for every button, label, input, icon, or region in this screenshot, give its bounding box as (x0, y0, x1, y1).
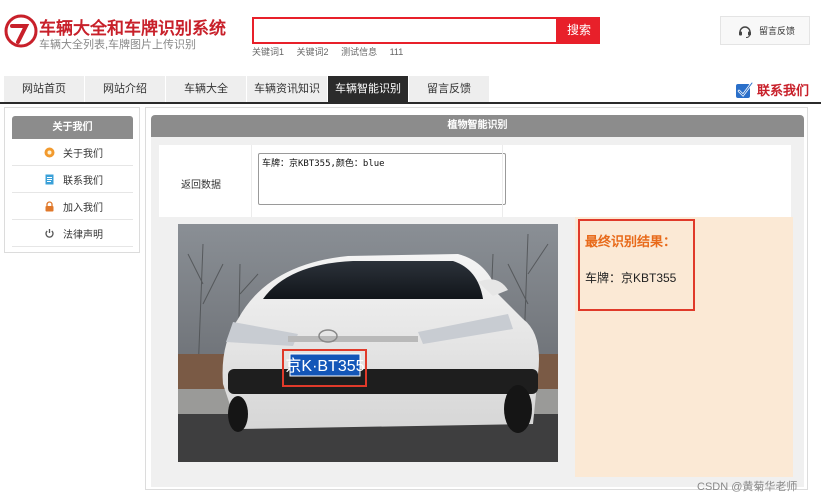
sidebar-item-join[interactable]: 加入我们 (12, 194, 133, 220)
watermark: CSDN @黄菊华老师 (697, 481, 798, 493)
sidebar-title: 关于我们 (12, 116, 133, 139)
sidebar-item-about[interactable]: 关于我们 (12, 140, 133, 166)
nav-item-feedback[interactable]: 留言反馈 (409, 76, 489, 102)
form-divider (502, 145, 503, 217)
nav-item-home[interactable]: 网站首页 (4, 76, 84, 102)
site-logo-icon (4, 14, 38, 48)
hot-keyword-link[interactable]: 111 (390, 47, 404, 57)
main-panel: 植物智能识别 返回数据 车牌：京KBT355,颜色：blue 京K·BT355 … (145, 107, 808, 490)
sidebar-item-legal[interactable]: 法律声明 (12, 221, 133, 247)
return-data-textarea[interactable]: 车牌：京KBT355,颜色：blue (258, 153, 506, 205)
search-box (252, 17, 558, 44)
sidebar: 关于我们 关于我们 联系我们 加入我们 法律声明 (4, 107, 140, 253)
contact-us-label: 联系我们 (757, 83, 810, 98)
form-divider (251, 145, 252, 217)
contact-us-link[interactable]: 联系我们 (735, 80, 809, 99)
search-button[interactable]: 搜索 (558, 17, 600, 44)
feedback-label: 留言反馈 (759, 26, 796, 36)
form-row: 返回数据 车牌：京KBT355,颜色：blue (159, 145, 791, 217)
search-input[interactable] (254, 19, 556, 42)
nav-item-recognition[interactable]: 车辆智能识别 (328, 76, 408, 102)
content-area: 京K·BT355 最终识别结果： 车牌：京KBT355 (151, 217, 804, 487)
return-data-label: 返回数据 (181, 180, 221, 191)
panel-title: 植物智能识别 (151, 115, 804, 137)
form-area: 返回数据 车牌：京KBT355,颜色：blue (151, 137, 804, 217)
power-icon (45, 229, 54, 238)
feedback-button[interactable]: 留言反馈 (720, 16, 810, 45)
sidebar-item-contact[interactable]: 联系我们 (12, 167, 133, 193)
plate-text: 京K·BT355 (285, 357, 364, 375)
sidebar-item-label: 联系我们 (63, 176, 103, 187)
result-title: 最终识别结果： (585, 234, 677, 249)
result-text: 车牌：京KBT355 (585, 271, 677, 285)
result-box: 最终识别结果： 车牌：京KBT355 (578, 219, 695, 311)
hot-keyword-link[interactable]: 关键词2 (297, 47, 329, 57)
lock-icon (45, 201, 54, 212)
hot-keyword-link[interactable]: 测试信息 (341, 47, 377, 57)
orange-circle-icon (44, 147, 55, 158)
sidebar-item-label: 法律声明 (63, 230, 103, 241)
checkbox-check-icon (736, 81, 753, 98)
main-nav: 网站首页 网站介绍 车辆大全 车辆资讯知识 车辆智能识别 留言反馈 (4, 76, 490, 102)
hot-keywords: 关键词1 关键词2 测试信息 111 (252, 45, 413, 58)
hot-keyword-link[interactable]: 关键词1 (252, 47, 284, 57)
car-photo: 京K·BT355 (178, 224, 558, 462)
nav-divider (0, 102, 821, 104)
result-panel: 最终识别结果： 车牌：京KBT355 (575, 217, 793, 477)
sidebar-item-label: 加入我们 (63, 203, 103, 214)
document-icon (45, 174, 54, 185)
site-subtitle: 车辆大全列表,车牌图片上传识别 (39, 39, 197, 51)
nav-item-news[interactable]: 车辆资讯知识 (247, 76, 327, 102)
sidebar-item-label: 关于我们 (63, 149, 103, 160)
headset-icon (739, 25, 751, 38)
nav-item-intro[interactable]: 网站介绍 (85, 76, 165, 102)
nav-item-vehicles[interactable]: 车辆大全 (166, 76, 246, 102)
